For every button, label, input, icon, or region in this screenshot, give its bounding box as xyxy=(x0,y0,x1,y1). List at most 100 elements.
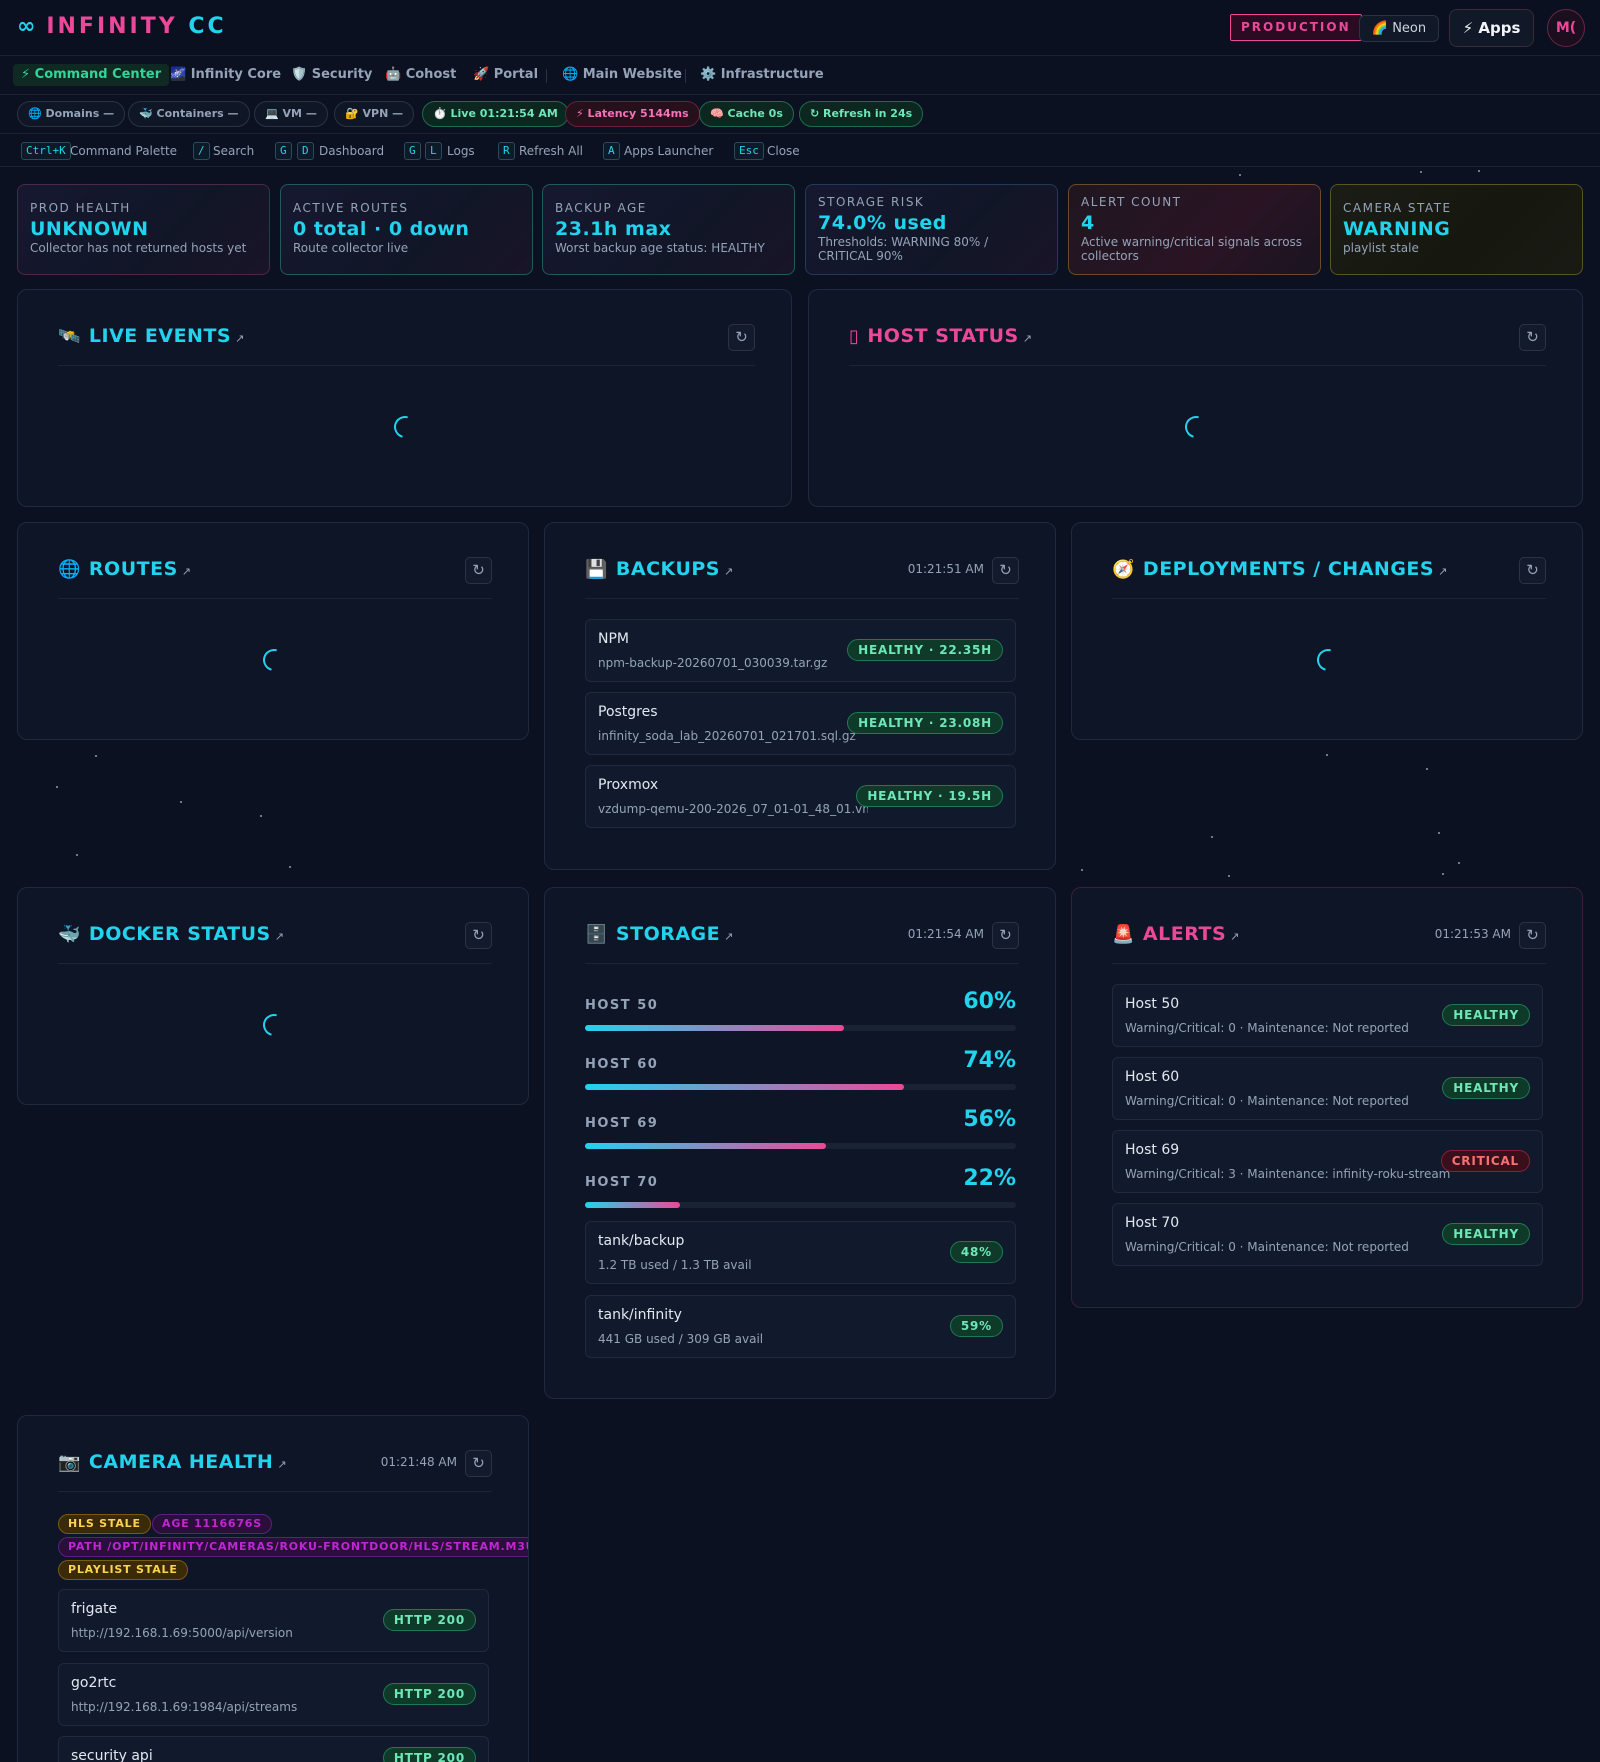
shortcut-label[interactable]: Search xyxy=(213,142,254,160)
camera-service-item[interactable]: go2rtc http://192.168.1.69:1984/api/stre… xyxy=(58,1663,489,1726)
shortcut-key: R xyxy=(498,142,515,160)
external-link-icon: ↗ xyxy=(274,930,285,943)
background-star xyxy=(95,755,97,757)
background-star xyxy=(289,866,291,868)
panel-title[interactable]: 🗄️ STORAGE ↗ xyxy=(585,923,734,945)
shortcut-label[interactable]: Logs xyxy=(447,142,475,160)
panel-title[interactable]: 🐳 DOCKER STATUS ↗ xyxy=(58,923,284,945)
nav-item-portal[interactable]: 🚀 Portal xyxy=(465,64,546,86)
shortcut-key: G xyxy=(404,142,421,160)
shortcut-key: G xyxy=(275,142,292,160)
refresh-button[interactable]: ↻ xyxy=(1519,922,1546,949)
panel-title[interactable]: 🧭 DEPLOYMENTS / CHANGES ↗ xyxy=(1112,558,1448,580)
camera-service-item[interactable]: frigate http://192.168.1.69:5000/api/ver… xyxy=(58,1589,489,1652)
user-avatar[interactable]: M( xyxy=(1547,9,1585,47)
background-star xyxy=(1081,869,1083,871)
nav-item-infrastructure[interactable]: ⚙️ Infrastructure xyxy=(692,64,832,86)
refresh-button[interactable]: ↻ xyxy=(992,557,1019,584)
alert-item-host-50[interactable]: Host 50 Warning/Critical: 0 · Maintenanc… xyxy=(1112,984,1543,1047)
backup-item-npm[interactable]: NPM npm-backup-20260701_030039.tar.gz HE… xyxy=(585,619,1016,682)
alert-item-host-70[interactable]: Host 70 Warning/Critical: 0 · Maintenanc… xyxy=(1112,1203,1543,1266)
kpi-storage-risk[interactable]: STORAGE RISK 74.0% used Thresholds: WARN… xyxy=(805,184,1058,275)
storage-usage-fill xyxy=(585,1202,680,1208)
refresh-button[interactable]: ↻ xyxy=(465,922,492,949)
nav-item-command-center[interactable]: ⚡ Command Center xyxy=(13,64,170,86)
nav-item-main-website[interactable]: 🌐 Main Website xyxy=(554,64,690,86)
loading-spinner-icon xyxy=(1180,411,1212,443)
storage-host-label: HOST 70 xyxy=(585,1175,659,1190)
shortcut-label[interactable]: Close xyxy=(767,142,800,160)
kpi-camera-state[interactable]: CAMERA STATE WARNING playlist stale xyxy=(1330,184,1583,275)
shortcut-label[interactable]: Refresh All xyxy=(519,142,583,160)
alert-item-host-60[interactable]: Host 60 Warning/Critical: 0 · Maintenanc… xyxy=(1112,1057,1543,1120)
panel-header: 📷 CAMERA HEALTH ↗ 01:21:48 AM ↻ xyxy=(58,1416,492,1492)
kpi-value: 74.0% used xyxy=(818,212,947,234)
refresh-button[interactable]: ↻ xyxy=(992,922,1019,949)
backup-item-proxmox[interactable]: Proxmox vzdump-qemu-200-2026_07_01-01_48… xyxy=(585,765,1016,828)
refresh-button[interactable]: ↻ xyxy=(465,1450,492,1477)
theme-toggle-button[interactable]: 🌈 Neon xyxy=(1359,15,1439,42)
camera-service-item[interactable]: security api HTTP 200 xyxy=(58,1736,489,1762)
apps-launcher-button[interactable]: ⚡ Apps xyxy=(1449,9,1534,47)
refresh-button[interactable]: ↻ xyxy=(728,324,755,351)
storage-panel: 🗄️ STORAGE ↗ 01:21:54 AM ↻ HOST 50 60% HOS… xyxy=(544,887,1056,1399)
panel-title[interactable]: 🛰️ LIVE EVENTS ↗ xyxy=(58,325,245,347)
nav-item-security[interactable]: 🛡️ Security xyxy=(283,64,380,86)
backup-item-postgres[interactable]: Postgres infinity_soda_lab_20260701_0217… xyxy=(585,692,1016,755)
kpi-subtext: Active warning/critical signals across c… xyxy=(1081,235,1303,263)
refresh-button[interactable]: ↻ xyxy=(1519,557,1546,584)
alert-detail: Warning/Critical: 3 · Maintenance: infin… xyxy=(1125,1167,1450,1181)
panel-header: 🗄️ STORAGE ↗ 01:21:54 AM ↻ xyxy=(585,888,1019,964)
kpi-subtext: playlist stale xyxy=(1343,241,1419,255)
shortcut-label[interactable]: Dashboard xyxy=(319,142,384,160)
background-star xyxy=(260,815,262,817)
refresh-button[interactable]: ↻ xyxy=(465,557,492,584)
http-status-badge: HTTP 200 xyxy=(382,1609,476,1631)
containers-pill[interactable]: 🐳 Containers — xyxy=(128,101,250,127)
external-link-icon: ↗ xyxy=(181,565,192,578)
background-star xyxy=(1458,862,1460,864)
alert-item-host-69[interactable]: Host 69 Warning/Critical: 3 · Maintenanc… xyxy=(1112,1130,1543,1193)
status-badge: CRITICAL xyxy=(1440,1150,1530,1172)
panel-title[interactable]: ▯ HOST STATUS ↗ xyxy=(849,325,1032,347)
keyboard-shortcuts-bar: Ctrl+K Command Palette / Search G D Dash… xyxy=(0,135,1600,167)
cache-pill: 🧠 Cache 0s xyxy=(699,101,794,127)
panel-title[interactable]: 📷 CAMERA HEALTH ↗ xyxy=(58,1451,287,1473)
shortcut-key: D xyxy=(297,142,314,160)
service-url: http://192.168.1.69:1984/api/streams xyxy=(71,1700,298,1714)
nav-item-infinity-core[interactable]: 🌌 Infinity Core xyxy=(162,64,289,86)
shortcut-label[interactable]: Command Palette xyxy=(70,142,177,160)
panel-title[interactable]: 🌐 ROUTES ↗ xyxy=(58,558,191,580)
storage-host-label: HOST 50 xyxy=(585,998,659,1013)
pool-percent-badge: 59% xyxy=(949,1315,1003,1337)
storage-pool-item[interactable]: tank/infinity 441 GB used / 309 GB avail… xyxy=(585,1295,1016,1358)
kpi-prod-health[interactable]: PROD HEALTH UNKNOWN Collector has not re… xyxy=(17,184,270,275)
storage-host-percent: 56% xyxy=(963,1107,1016,1132)
storage-pool-item[interactable]: tank/backup 1.2 TB used / 1.3 TB avail 4… xyxy=(585,1221,1016,1284)
kpi-alert-count[interactable]: ALERT COUNT 4 Active warning/critical si… xyxy=(1068,184,1321,275)
panel-header: 🛰️ LIVE EVENTS ↗ ↻ xyxy=(58,290,755,366)
background-star xyxy=(1420,171,1422,173)
brand-logo[interactable]: ∞ INFINITY CC xyxy=(17,14,227,39)
kpi-backup-age[interactable]: BACKUP AGE 23.1h max Worst backup age st… xyxy=(542,184,795,275)
panel-title[interactable]: 🚨 ALERTS ↗ xyxy=(1112,923,1240,945)
kpi-active-routes[interactable]: ACTIVE ROUTES 0 total · 0 down Route col… xyxy=(280,184,533,275)
alert-detail: Warning/Critical: 0 · Maintenance: Not r… xyxy=(1125,1094,1409,1108)
vm-pill[interactable]: 💻 VM — xyxy=(254,101,328,127)
shortcut-label[interactable]: Apps Launcher xyxy=(624,142,713,160)
vpn-pill[interactable]: 🔐 VPN — xyxy=(334,101,415,127)
panel-title[interactable]: 💾 BACKUPS ↗ xyxy=(585,558,734,580)
status-badge: HEALTHY xyxy=(1442,1077,1530,1099)
refresh-countdown-pill[interactable]: ↻ Refresh in 24s xyxy=(799,101,924,127)
nav-item-cohost[interactable]: 🤖 Cohost xyxy=(377,64,464,86)
background-star xyxy=(1442,873,1444,875)
alert-host: Host 60 xyxy=(1125,1069,1180,1085)
refresh-button[interactable]: ↻ xyxy=(1519,324,1546,351)
kpi-value: UNKNOWN xyxy=(30,218,149,240)
kpi-subtext: Worst backup age status: HEALTHY xyxy=(555,241,765,255)
domains-pill[interactable]: 🌐 Domains — xyxy=(17,101,126,127)
external-link-icon: ↗ xyxy=(1022,332,1033,345)
infinity-icon: ∞ xyxy=(17,14,39,39)
kpi-subtext: Route collector live xyxy=(293,241,409,255)
main-nav: ⚡ Command Center 🌌 Infinity Core 🛡️ Secu… xyxy=(0,57,1600,95)
